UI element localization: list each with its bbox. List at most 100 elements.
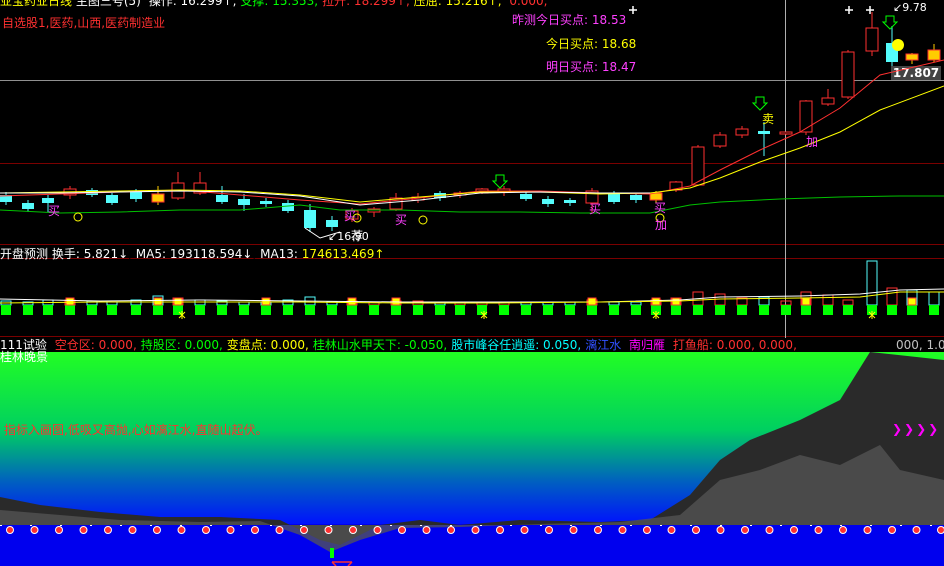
signal-buy: 买 [48, 204, 61, 218]
volume-bar-lower [261, 305, 271, 315]
volume-bar-upper [608, 301, 620, 306]
volume-bar-lower [907, 305, 917, 315]
candle-flat [151, 193, 165, 203]
volume-bar-upper [630, 301, 642, 306]
down-arrow-icon [881, 15, 899, 30]
fishing-boat-dot [839, 526, 847, 534]
volume-bar-lower [565, 305, 575, 315]
indicator-item: 南归雁 [629, 338, 669, 352]
indicator-item: 桂林山水甲天下: -0.050, [312, 338, 448, 352]
indicator-item: 漓江水 [585, 338, 626, 352]
star-marker-icon [629, 6, 637, 14]
fishing-boat-dot [177, 526, 186, 534]
fishing-boat-dot [79, 526, 88, 534]
volume-bar-lower [455, 305, 465, 315]
fishing-boat-dot [741, 526, 749, 534]
volume-bar-lower [671, 305, 681, 315]
fishing-boat-dot [716, 526, 725, 534]
indicator-item: 打鱼船: 0.000, 0.000, [672, 338, 797, 352]
volume-bar-lower [929, 305, 939, 315]
volume-bar-lower [631, 305, 641, 315]
indicator-item: 股市峰谷任逍遥: 0.050, [451, 338, 582, 352]
volume-bar-lower [435, 305, 445, 315]
signal-circle [73, 212, 83, 222]
hand-label: 换手: [51, 247, 80, 261]
fishing-boat-dot [594, 526, 602, 534]
candle-down [608, 193, 620, 202]
candle-down [22, 203, 34, 209]
stock-chart-window: 亚宝药业日线 主图三号(5) 操作: 16.299↑, 支撑: 15.353, 拉升… [0, 0, 944, 566]
fishing-boat-dot [814, 526, 823, 534]
signal-recommend: 荐 [351, 229, 364, 243]
indicator-item: 持股区: 0.000, [140, 338, 223, 352]
volume-bar-lower [107, 305, 117, 315]
volume-bar-lower [369, 305, 379, 315]
signal-add: 加 [655, 218, 668, 232]
volume-bar-lower [759, 305, 769, 315]
volume-bar-lower [693, 305, 703, 315]
volume-bar-lower [499, 305, 509, 315]
volume-highlight [173, 297, 183, 306]
fishing-boat-dot [104, 526, 112, 534]
signal-sell: 卖 [762, 112, 775, 126]
fishing-boat-dot [545, 526, 553, 534]
indicator-item: 空仓区: 0.000, [54, 338, 137, 352]
fishing-boat-dot [300, 526, 308, 534]
indicator-poem: 指标入画图,低吸又高抛,心如漓江水,直随山起伏。 [4, 423, 268, 437]
fishing-boat-dot [496, 526, 504, 534]
volume-bar-lower [23, 305, 33, 315]
down-arrow-icon [491, 174, 509, 189]
hand-value: 5.821↓ [83, 247, 129, 261]
signal-buy: 买 [654, 201, 667, 215]
candle-down [326, 220, 338, 227]
fishing-boat-dot [153, 526, 161, 534]
fishing-boat-dot [790, 526, 798, 534]
signal-circle [418, 215, 428, 225]
down-arrow-icon [751, 96, 769, 111]
candle-down [282, 203, 294, 211]
volume-bar-lower [327, 305, 337, 315]
fishing-boat-dot [863, 526, 872, 534]
volume-highlight [801, 297, 811, 306]
volume-bar-lower [217, 305, 227, 315]
ma13-label: MA13: [260, 247, 298, 261]
candle-up [735, 128, 749, 136]
indicator-item: 变盘点: 0.000, [226, 338, 309, 352]
candle-down [564, 200, 576, 203]
candle-flat [927, 49, 941, 61]
candle-up [779, 131, 793, 135]
volume-bar-lower [65, 305, 75, 315]
fishing-boat-dot [765, 526, 774, 534]
volume-bar-upper [842, 299, 854, 306]
volume-bar-lower [391, 305, 401, 315]
candle-down [520, 194, 532, 199]
fishing-boat-dot [937, 526, 944, 534]
volume-bar-lower [843, 305, 853, 315]
volume-bar-lower [823, 305, 833, 315]
volume-bar-lower [87, 305, 97, 315]
volume-highlight [65, 297, 75, 306]
signal-buy: 买 [344, 209, 357, 223]
fishing-boat-dot [398, 526, 406, 534]
candle-down [130, 192, 142, 199]
candle-up [799, 100, 813, 133]
volume-bar-upper [822, 294, 834, 306]
volume-bar-lower [131, 305, 141, 315]
fishing-boat-dot [128, 526, 137, 534]
volume-bar-upper [866, 260, 878, 306]
fishing-boat-dot [471, 526, 480, 534]
volume-bar-lower [413, 305, 423, 315]
fishing-boat-dot [55, 526, 63, 534]
signal-add: 加 [806, 135, 819, 149]
volume-bar-lower [781, 305, 791, 315]
fishing-boat-dot [569, 526, 578, 534]
fishing-boat-dot [349, 526, 357, 534]
candle-down [216, 195, 228, 202]
candle-up [841, 51, 855, 98]
star-marker-icon [845, 6, 853, 14]
volume-bar-lower [43, 305, 53, 315]
volume-bar-lower [305, 305, 315, 315]
candle-down [304, 210, 316, 228]
candle-up [821, 97, 835, 105]
volume-bar-lower [715, 305, 725, 315]
